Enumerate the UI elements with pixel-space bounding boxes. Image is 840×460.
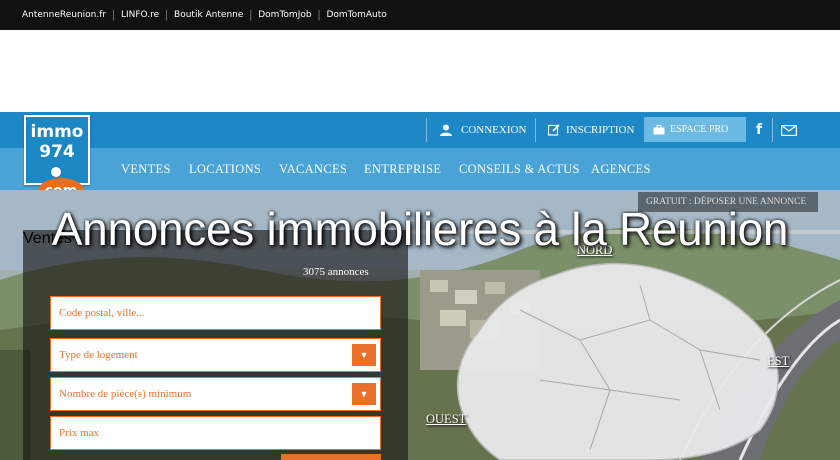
menu-item-conseils[interactable]: CONSEILS & ACTUS [459,148,580,190]
logo-dot [51,167,61,177]
inscription-link[interactable]: INSCRIPTION [548,112,634,148]
menu-item-ventes[interactable]: VENTES [121,148,171,190]
network-separator: | [317,9,321,21]
main-menu: VENTES LOCATIONS VACANCES ENTREPRISE CON… [0,148,840,190]
annonces-count: 3075 annonces [303,266,369,278]
network-link-linfo[interactable]: LINFO.re [121,10,159,20]
connexion-label: CONNEXION [461,124,527,136]
rooms-select[interactable]: Nombre de pièce(s) minimum ▼ [50,377,381,411]
espace-pro-label: ESPACE PRO [670,124,729,135]
map-region-ouest[interactable]: OUEST [426,412,466,427]
chevron-down-icon[interactable]: ▼ [352,344,376,366]
network-link-antennereunion[interactable]: AntenneReunion.fr [22,10,106,20]
network-link-domtomjob[interactable]: DomTomJob [258,10,311,20]
user-bar-divider [426,118,427,142]
facebook-icon[interactable]: f [756,112,762,148]
max-price-input[interactable]: Prix max [50,416,381,450]
ad-banner-area [0,30,840,112]
rooms-label: Nombre de pièce(s) minimum [59,388,192,400]
connexion-link[interactable]: CONNEXION [439,112,526,148]
network-separator: | [165,9,169,21]
property-type-label: Type de logement [59,349,138,361]
site-logo[interactable]: immo 974 [24,115,90,185]
user-bar-divider [772,118,773,142]
search-submit-button[interactable] [281,454,381,460]
menu-item-locations[interactable]: LOCATIONS [189,148,261,190]
network-link-boutik[interactable]: Boutik Antenne [174,10,243,20]
user-icon [440,124,452,136]
property-type-select[interactable]: Type de logement ▼ [50,338,381,372]
network-separator: | [249,9,253,21]
inscription-label: INSCRIPTION [566,124,635,136]
chevron-down-icon[interactable]: ▼ [352,383,376,405]
menu-item-agences[interactable]: AGENCES [591,148,651,190]
logo-text-immo: immo [30,122,84,142]
network-separator: | [112,9,115,21]
map-region-est[interactable]: EST [767,354,789,369]
location-input[interactable]: Code postal, ville... [50,296,381,330]
email-icon[interactable] [781,112,797,148]
menu-item-entreprise[interactable]: ENTREPRISE [364,148,441,190]
network-bar: AntenneReunion.fr | LINFO.re | Boutik An… [0,0,840,30]
espace-pro-button[interactable]: ESPACE PRO [644,117,746,142]
briefcase-icon [653,124,665,134]
logo-text-974: 974 [39,142,75,162]
page-headline: Annonces immobilieres à la Reunion [51,203,789,255]
user-bar-divider [535,118,536,142]
menu-item-vacances[interactable]: VACANCES [279,148,347,190]
edit-icon [548,124,560,136]
network-link-domtomauto[interactable]: DomTomAuto [326,10,386,20]
